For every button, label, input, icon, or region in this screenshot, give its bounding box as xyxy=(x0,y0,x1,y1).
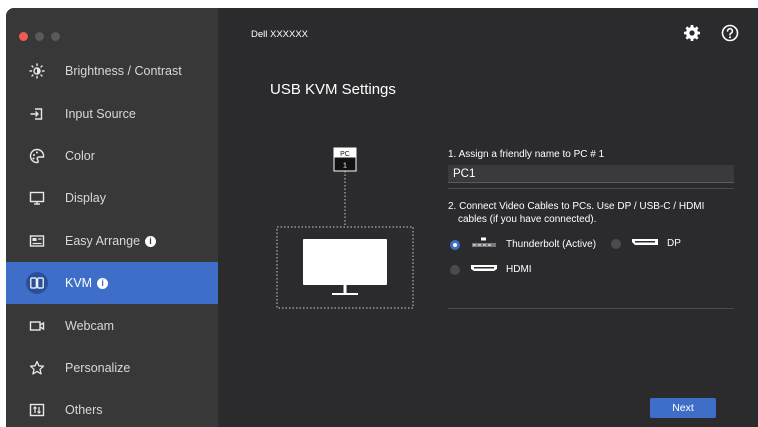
sidebar-item-personalize[interactable]: Personalize xyxy=(6,347,218,389)
sidebar-item-color[interactable]: Color xyxy=(6,135,218,177)
sidebar: Brightness / Contrast Input Source Color… xyxy=(6,8,218,427)
window-controls xyxy=(19,32,60,41)
thunderbolt-option[interactable]: Thunderbolt (Active) xyxy=(450,237,596,252)
sidebar-item-others[interactable]: Others xyxy=(6,389,218,427)
dp-option[interactable]: DP xyxy=(611,237,681,250)
page-title: USB KVM Settings xyxy=(270,81,396,98)
help-icon[interactable] xyxy=(721,24,739,42)
step2-label: 2. Connect Video Cables to PCs. Use DP /… xyxy=(448,201,705,225)
sidebar-nav: Brightness / Contrast Input Source Color… xyxy=(6,50,218,427)
monitor-icon xyxy=(28,189,46,207)
sidebar-item-input-source[interactable]: Input Source xyxy=(6,92,218,134)
thunderbolt-label: Thunderbolt (Active) xyxy=(506,239,597,250)
sidebar-item-label: Brightness / Contrast xyxy=(65,64,182,79)
sidebar-item-kvm[interactable]: KVM i xyxy=(6,261,218,305)
dp-radio[interactable] xyxy=(611,238,621,249)
info-icon[interactable]: i xyxy=(145,235,157,247)
dp-label: DP xyxy=(667,238,681,249)
divider xyxy=(448,308,734,309)
input-source-icon xyxy=(28,105,46,123)
thunderbolt-port-icon xyxy=(470,237,498,252)
pc-number: 1 xyxy=(343,161,347,170)
sidebar-item-label: Personalize xyxy=(65,360,131,375)
sidebar-item-display[interactable]: Display xyxy=(6,177,218,219)
sidebar-item-easy-arrange[interactable]: Easy Arrange i xyxy=(6,220,218,262)
hdmi-radio[interactable] xyxy=(450,264,460,275)
sidebar-item-brightness-contrast[interactable]: Brightness / Contrast xyxy=(6,50,218,92)
kvm-connection-diagram: PC 1 xyxy=(276,147,414,317)
palette-icon xyxy=(28,147,46,165)
sun-icon xyxy=(28,62,46,80)
sidebar-item-label: Easy Arrange i xyxy=(65,234,157,248)
close-window-button[interactable] xyxy=(19,32,28,41)
sidebar-item-label: Webcam xyxy=(65,318,115,333)
dp-port-icon xyxy=(631,237,659,250)
sidebar-item-label: Others xyxy=(65,403,103,418)
hdmi-option[interactable]: HDMI xyxy=(450,263,532,276)
sidebar-item-label: Color xyxy=(65,148,95,163)
info-icon[interactable]: i xyxy=(97,278,109,290)
sidebar-item-label: KVM i xyxy=(65,276,109,290)
hdmi-label: HDMI xyxy=(506,264,532,275)
minimize-window-button[interactable] xyxy=(35,32,44,41)
gear-icon[interactable] xyxy=(683,24,701,42)
next-button[interactable]: Next xyxy=(650,398,716,418)
app-window: Brightness / Contrast Input Source Color… xyxy=(6,8,758,427)
main-panel: Dell XXXXXX USB KVM Settings PC 1 1. Ass… xyxy=(218,8,758,427)
monitor-model-name: Dell XXXXXX xyxy=(251,29,309,40)
star-icon xyxy=(28,359,46,377)
sidebar-item-webcam[interactable]: Webcam xyxy=(6,304,218,346)
hdmi-port-icon xyxy=(470,263,498,276)
layout-icon xyxy=(28,232,46,250)
maximize-window-button[interactable] xyxy=(51,32,60,41)
sidebar-item-label: Display xyxy=(65,191,106,206)
kvm-icon xyxy=(26,272,48,295)
pc-name-input[interactable] xyxy=(448,165,734,183)
webcam-icon xyxy=(28,317,46,335)
pc-label: PC xyxy=(340,151,350,158)
others-icon xyxy=(28,401,46,419)
step1-label: 1. Assign a friendly name to PC # 1 xyxy=(448,149,605,160)
thunderbolt-radio[interactable] xyxy=(450,239,460,250)
divider xyxy=(448,188,734,189)
sidebar-item-label: Input Source xyxy=(65,106,136,121)
monitor-screen xyxy=(303,239,387,285)
